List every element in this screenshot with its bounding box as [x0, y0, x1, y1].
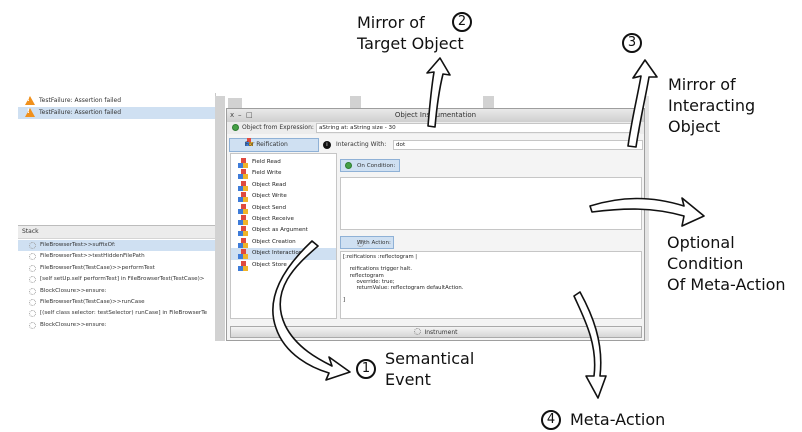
annotation-mirror-interacting: Mirror of Interacting Object: [668, 74, 755, 137]
arrow-to-optional-condition: [589, 197, 705, 227]
annotation-optional-condition: Optional Condition Of Meta-Action: [667, 232, 786, 295]
annotation-line: Event: [385, 370, 431, 389]
annotation-mirror-target: Mirror of Target Object: [357, 12, 464, 54]
arrow-to-meta-action: [573, 291, 607, 399]
annotation-line: Semantical: [385, 349, 475, 368]
annotation-semantical-event: Semantical Event: [385, 348, 474, 390]
annotation-meta-action: Meta-Action: [570, 410, 666, 429]
annotation-line: Object: [668, 117, 721, 136]
annotation-line: Mirror of: [668, 75, 736, 94]
arrow-to-interacting-mirror: [627, 59, 658, 148]
annotation-line: Of Meta-Action: [667, 275, 786, 294]
annotation-line: Interacting: [668, 96, 756, 115]
number-badge-3: 3: [622, 33, 642, 53]
number-badge-2: 2: [452, 12, 472, 32]
annotation-line: Optional: [667, 233, 735, 252]
annotation-line: Target Object: [357, 34, 464, 53]
number-badge-4: 4: [541, 410, 561, 430]
annotation-line: Condition: [667, 254, 744, 273]
annotation-line: Mirror of: [357, 13, 425, 32]
number-badge-1: 1: [356, 359, 376, 379]
arrow-to-target-mirror: [426, 57, 451, 128]
arrow-to-semantical-event: [272, 240, 351, 381]
